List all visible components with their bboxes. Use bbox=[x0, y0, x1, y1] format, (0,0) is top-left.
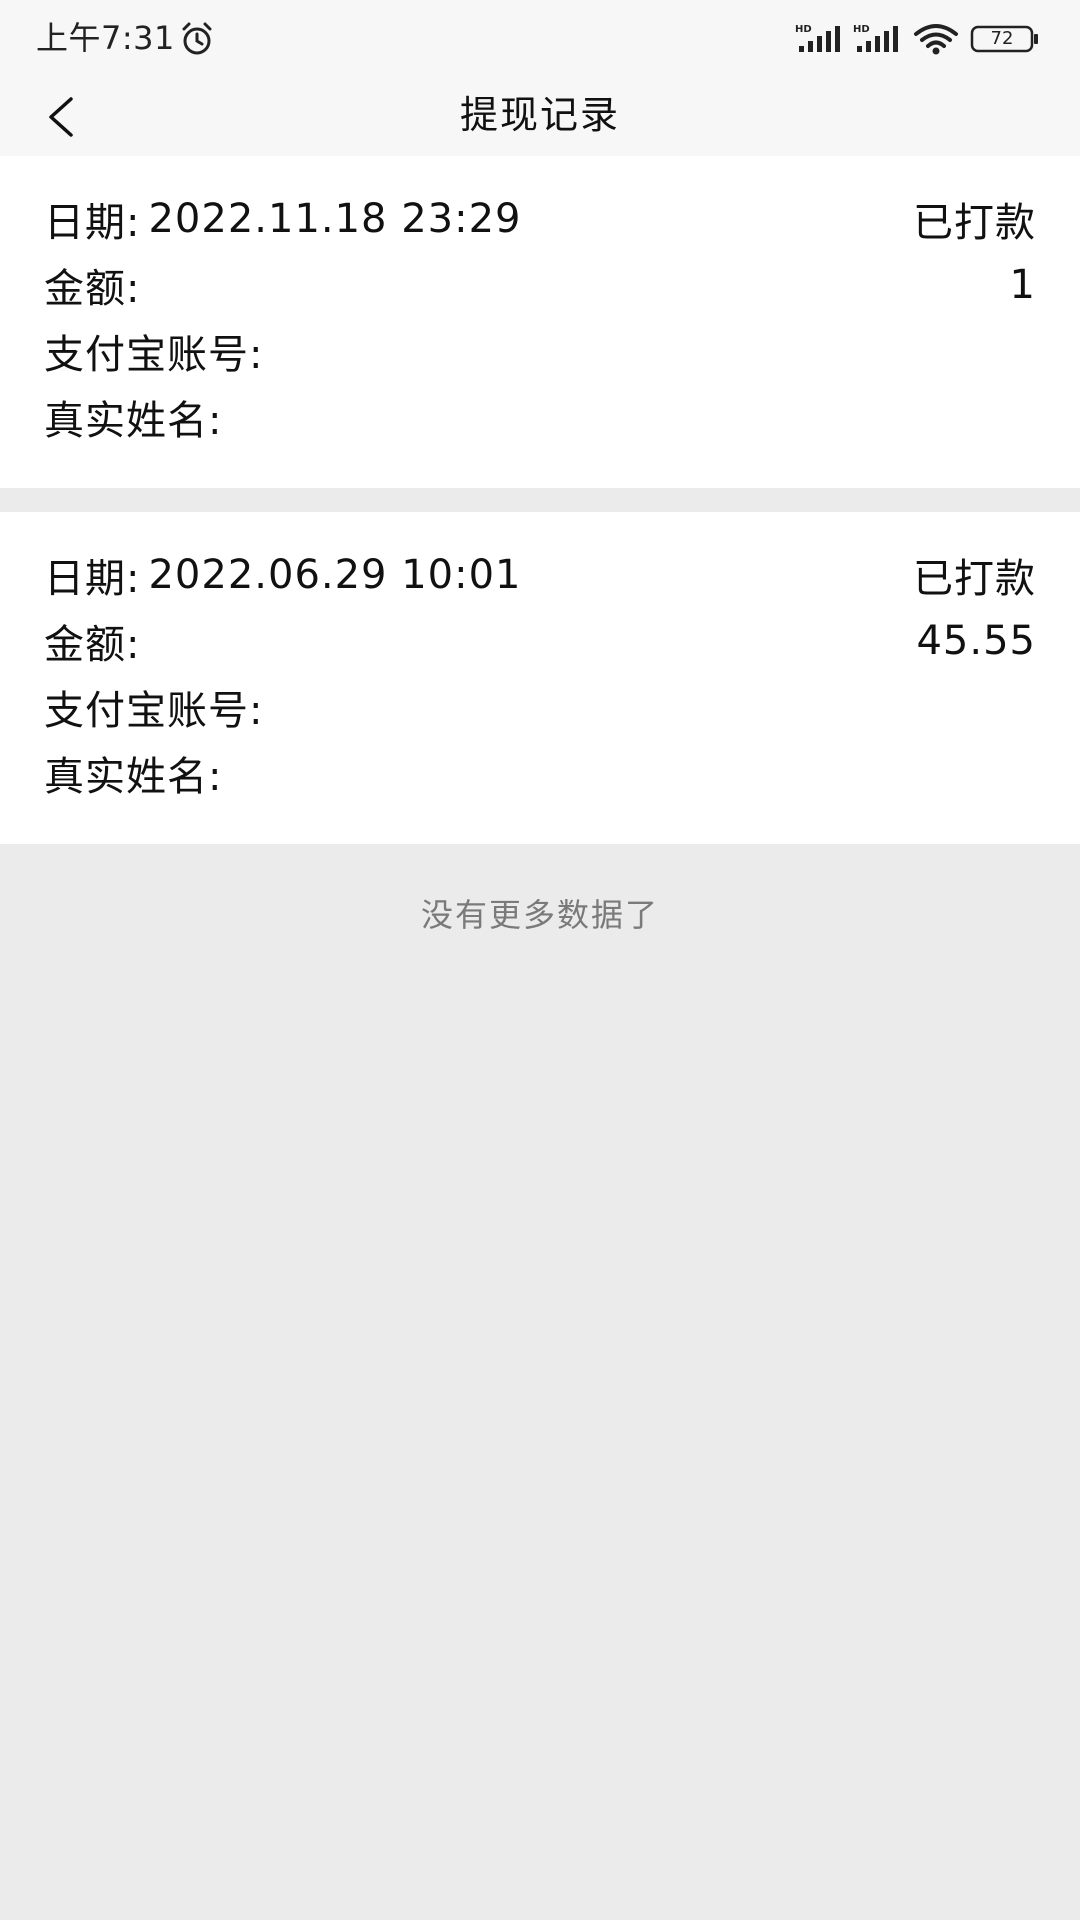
record-date-row: 日期: 2022.11.18 23:29 已打款 bbox=[44, 186, 1036, 252]
date-value: 2022.11.18 23:29 bbox=[148, 196, 522, 242]
status-time: 上午7:31 bbox=[36, 19, 175, 57]
wifi-icon bbox=[914, 24, 958, 55]
amount-value: 45.55 bbox=[916, 618, 1036, 664]
battery-icon: 72 bbox=[970, 24, 1040, 54]
amount-label: 金额: bbox=[44, 266, 141, 312]
app-bar: 提现记录 bbox=[0, 76, 1080, 156]
page-title: 提现记录 bbox=[459, 93, 620, 137]
status-text: 已打款 bbox=[913, 556, 1036, 602]
record-date-row: 日期: 2022.06.29 10:01 已打款 bbox=[44, 542, 1036, 608]
status-text: 已打款 bbox=[913, 200, 1036, 246]
record-card[interactable]: 日期: 2022.06.29 10:01 已打款 金额: 45.55 支付宝账号… bbox=[0, 512, 1080, 844]
no-more-data-text: 没有更多数据了 bbox=[420, 896, 659, 934]
date-value: 2022.06.29 10:01 bbox=[148, 552, 522, 598]
svg-text:HD: HD bbox=[795, 24, 812, 35]
amount-value: 1 bbox=[1009, 262, 1036, 308]
alarm-icon bbox=[182, 22, 212, 55]
record-amount-row: 金额: 1 bbox=[44, 252, 1036, 318]
signal-icon: HD bbox=[853, 24, 898, 52]
name-label: 真实姓名: bbox=[44, 398, 223, 444]
alipay-label: 支付宝账号: bbox=[44, 332, 264, 378]
record-alipay-row: 支付宝账号: bbox=[44, 318, 1036, 384]
battery-level: 72 bbox=[990, 28, 1014, 49]
name-label: 真实姓名: bbox=[44, 754, 223, 800]
signal-icon: HD bbox=[795, 24, 840, 52]
withdrawal-records-list: 日期: 2022.11.18 23:29 已打款 金额: 1 支付宝账号: 真实… bbox=[0, 156, 1080, 844]
record-card[interactable]: 日期: 2022.11.18 23:29 已打款 金额: 1 支付宝账号: 真实… bbox=[0, 156, 1080, 488]
amount-label: 金额: bbox=[44, 622, 141, 668]
svg-text:HD: HD bbox=[853, 24, 870, 35]
date-label: 日期: bbox=[44, 200, 141, 246]
alipay-label: 支付宝账号: bbox=[44, 688, 264, 734]
date-label: 日期: bbox=[44, 556, 141, 602]
record-name-row: 真实姓名: bbox=[44, 384, 1036, 450]
record-amount-row: 金额: 45.55 bbox=[44, 608, 1036, 674]
status-bar: 上午7:31 HD HD 72 bbox=[0, 0, 1080, 76]
record-name-row: 真实姓名: bbox=[44, 740, 1036, 806]
record-alipay-row: 支付宝账号: bbox=[44, 674, 1036, 740]
